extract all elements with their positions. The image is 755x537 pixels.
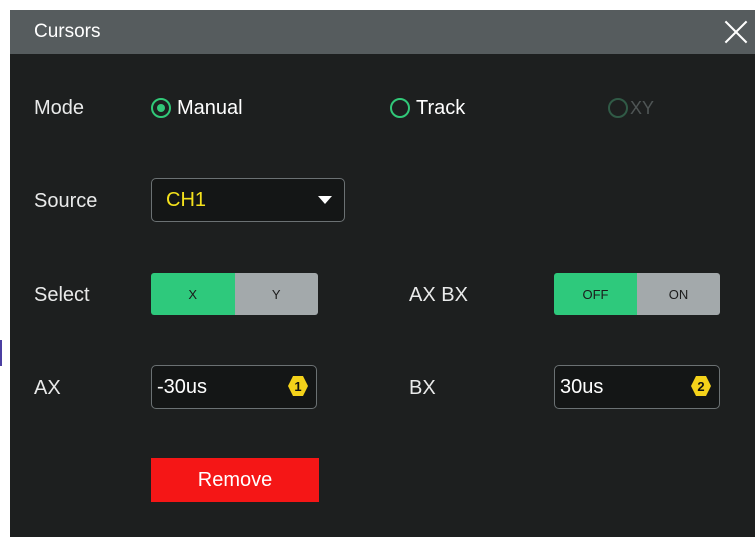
source-label: Source <box>34 190 98 212</box>
source-dropdown[interactable]: CH1 <box>151 178 345 222</box>
axbx-on-option[interactable]: ON <box>637 273 720 315</box>
cursor-1-icon: 1 <box>288 376 308 396</box>
radio-unchecked-icon <box>390 98 410 118</box>
title-bar: Cursors <box>10 10 755 54</box>
mode-option-label: Track <box>416 97 466 119</box>
select-y-option[interactable]: Y <box>234 273 318 315</box>
mode-option-label: Manual <box>177 97 243 119</box>
remove-button[interactable]: Remove <box>151 458 319 502</box>
axbx-label: AX BX <box>409 284 468 306</box>
radio-checked-icon <box>151 98 171 118</box>
mode-option-label: XY <box>630 98 655 118</box>
select-x-option[interactable]: X <box>151 273 235 315</box>
radio-unchecked-icon <box>608 98 628 118</box>
ax-label: AX <box>34 377 61 399</box>
ax-value: -30us <box>157 376 208 398</box>
close-icon[interactable] <box>723 20 747 44</box>
caret-down-icon <box>318 196 332 204</box>
cursors-dialog: Cursors Mode Manual Track XY Source CH1 … <box>10 10 755 537</box>
select-xy-toggle[interactable]: X Y <box>151 273 318 315</box>
axbx-off-option[interactable]: OFF <box>554 273 637 315</box>
bx-label: BX <box>409 377 436 399</box>
select-label: Select <box>34 284 90 306</box>
mode-option-track[interactable]: Track <box>390 96 465 120</box>
mode-option-xy: XY <box>608 96 654 120</box>
axbx-toggle[interactable]: OFF ON <box>554 273 720 315</box>
mode-label: Mode <box>34 97 85 119</box>
left-edge-marker <box>0 340 2 366</box>
bx-value: 30us <box>560 376 604 398</box>
source-value: CH1 <box>166 189 207 211</box>
ax-input[interactable]: -30us 1 <box>151 365 317 409</box>
bx-input[interactable]: 30us 2 <box>554 365 720 409</box>
dialog-title: Cursors <box>34 21 101 42</box>
cursor-2-icon: 2 <box>691 376 711 396</box>
mode-option-manual[interactable]: Manual <box>151 96 243 120</box>
